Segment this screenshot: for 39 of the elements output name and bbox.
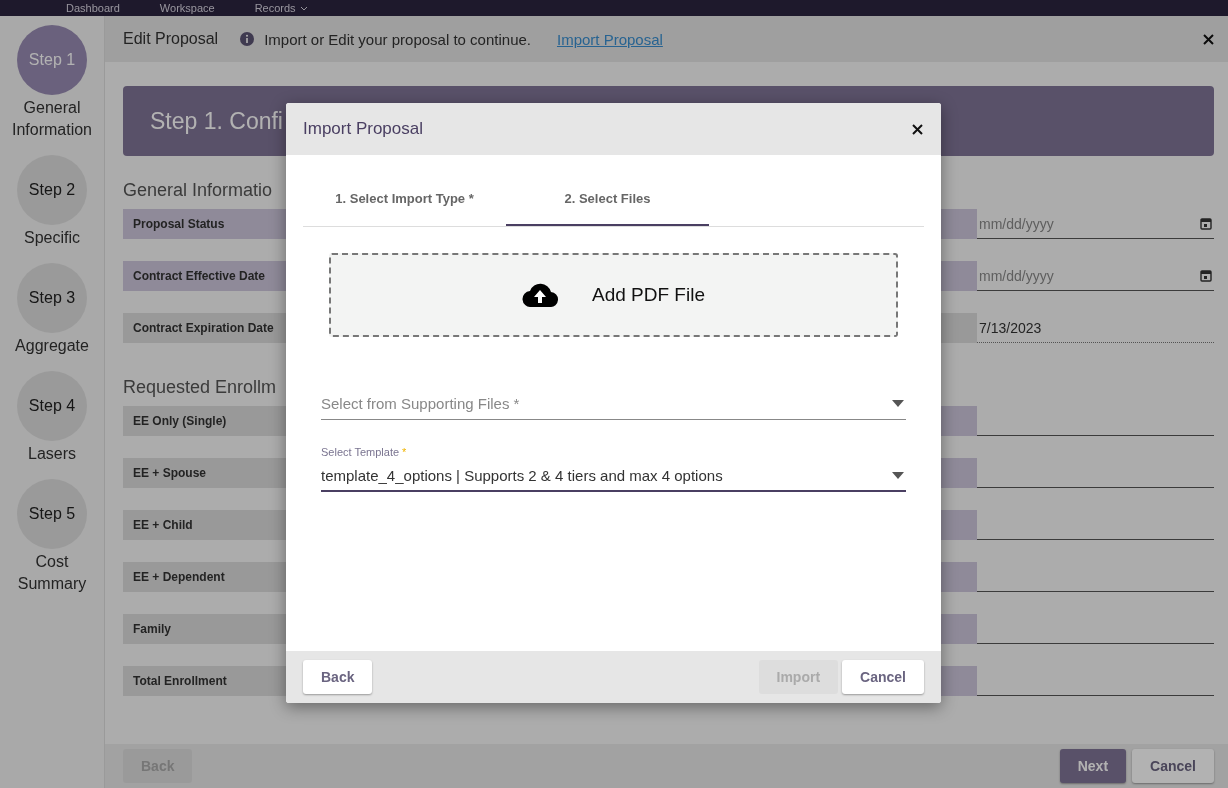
page-title: Edit Proposal — [123, 30, 219, 48]
template-select[interactable]: template_4_options | Supports 2 & 4 tiers and max 4 options — [321, 460, 906, 492]
supporting-files-select[interactable]: Select from Supporting Files * — [321, 387, 906, 420]
footer-button[interactable]: Cancel — [1132, 749, 1214, 783]
date-field[interactable]: mm/dd/yyyy — [977, 209, 1214, 239]
nav-link[interactable]: Records — [254, 2, 308, 14]
step-caption: Cost Summary — [16, 552, 88, 594]
step-circle[interactable]: Step 5 — [17, 479, 87, 549]
footer-button[interactable]: Back — [303, 660, 373, 694]
cloud-upload-icon — [522, 283, 558, 307]
dropdown-caret-icon — [892, 471, 904, 479]
close-icon[interactable] — [912, 123, 923, 135]
step-caption: General Information — [10, 98, 93, 140]
upload-label: Add PDF File — [592, 284, 705, 306]
section-heading: General Informatio — [123, 180, 274, 201]
info-icon — [240, 32, 255, 46]
step-caption: Specific — [23, 228, 81, 248]
date-field[interactable]: mm/dd/yyyy — [977, 261, 1214, 291]
date-field: 7/13/2023 — [977, 313, 1214, 343]
section-heading: Requested Enrollm — [123, 377, 278, 398]
dialog-title: Import Proposal — [303, 119, 423, 139]
step-circle[interactable]: Step 4 — [17, 371, 87, 441]
nav-link[interactable]: Dashboard — [66, 2, 120, 14]
banner-title: Step 1. Confi — [150, 107, 283, 136]
nav-link[interactable]: Workspace — [159, 2, 215, 14]
calendar-icon[interactable] — [1200, 269, 1212, 282]
step-caption: Aggregate — [14, 336, 90, 356]
chevron-down-icon — [299, 5, 308, 11]
wizard-tab[interactable]: 2. Select Files — [506, 173, 709, 226]
footer-button[interactable]: Next — [1059, 749, 1127, 783]
calendar-icon[interactable] — [1200, 217, 1212, 230]
file-drop-zone[interactable]: Add PDF File — [329, 253, 898, 337]
close-icon[interactable] — [1203, 33, 1214, 45]
step-circle[interactable]: Step 2 — [17, 155, 87, 225]
step-circle[interactable]: Step 3 — [17, 263, 87, 333]
info-message: Import or Edit your proposal to continue. — [264, 30, 531, 48]
footer-button[interactable]: Cancel — [842, 660, 924, 694]
step-caption: Lasers — [27, 444, 77, 464]
field-label: Select Template * — [321, 446, 408, 458]
